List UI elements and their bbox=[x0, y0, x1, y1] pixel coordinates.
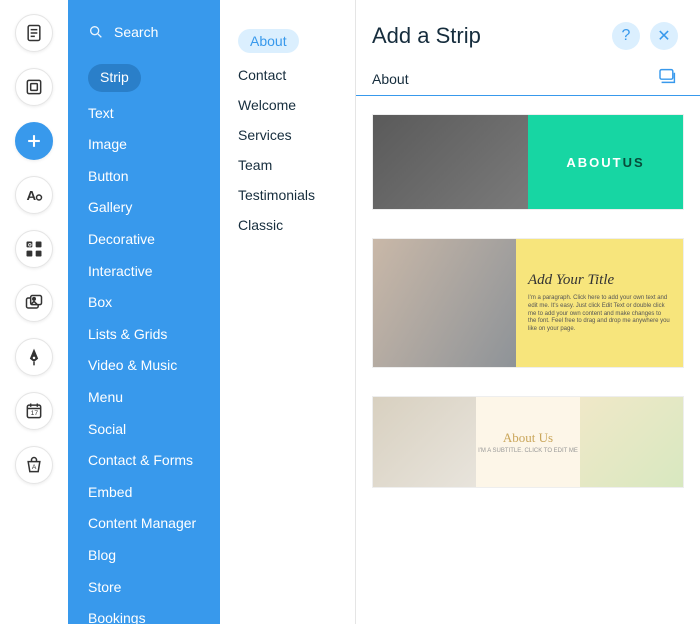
subcategory-team[interactable]: Team bbox=[220, 150, 355, 180]
overlay-icon bbox=[658, 68, 678, 84]
preview-text-block: About Us I'M A SUBTITLE. CLICK TO EDIT M… bbox=[476, 397, 579, 487]
pen-button[interactable] bbox=[15, 338, 53, 376]
pages-icon bbox=[24, 23, 44, 43]
subcategory-testimonials[interactable]: Testimonials bbox=[220, 180, 355, 210]
category-blog[interactable]: Blog bbox=[68, 540, 220, 572]
preview-us-label: US bbox=[623, 155, 645, 170]
category-button[interactable]: Button bbox=[68, 161, 220, 193]
subcategory-services[interactable]: Services bbox=[220, 120, 355, 150]
help-icon: ? bbox=[622, 27, 631, 45]
help-button[interactable]: ? bbox=[612, 22, 640, 50]
category-contact-forms[interactable]: Contact & Forms bbox=[68, 445, 220, 477]
strip-preview-3[interactable]: About Us I'M A SUBTITLE. CLICK TO EDIT M… bbox=[372, 396, 684, 488]
category-text[interactable]: Text bbox=[68, 98, 220, 130]
svg-text:A: A bbox=[32, 464, 37, 471]
category-box[interactable]: Box bbox=[68, 287, 220, 319]
search-placeholder: Search bbox=[114, 24, 158, 40]
preview-image bbox=[373, 239, 516, 367]
category-content-manager[interactable]: Content Manager bbox=[68, 508, 220, 540]
preview-text-block: Add Your Title I'm a paragraph. Click he… bbox=[516, 239, 683, 367]
section-button[interactable] bbox=[15, 68, 53, 106]
text-style-icon: A bbox=[24, 185, 44, 205]
category-social[interactable]: Social bbox=[68, 414, 220, 446]
category-video-music[interactable]: Video & Music bbox=[68, 350, 220, 382]
subcategory-about[interactable]: About bbox=[220, 22, 355, 60]
subcategory-contact[interactable]: Contact bbox=[220, 60, 355, 90]
strip-preview-list: ABOUTUS Add Your Title I'm a paragraph. … bbox=[356, 114, 700, 584]
category-image[interactable]: Image bbox=[68, 129, 220, 161]
preview-image bbox=[373, 115, 528, 209]
preview-text-block: ABOUTUS bbox=[528, 115, 683, 209]
category-decorative[interactable]: Decorative bbox=[68, 224, 220, 256]
preview-title: Add Your Title bbox=[528, 272, 614, 289]
store-button[interactable]: A bbox=[15, 446, 53, 484]
add-icon bbox=[24, 131, 44, 151]
subcategory-welcome[interactable]: Welcome bbox=[220, 90, 355, 120]
strip-preview-2[interactable]: Add Your Title I'm a paragraph. Click he… bbox=[372, 238, 684, 368]
category-interactive[interactable]: Interactive bbox=[68, 256, 220, 288]
close-icon: ✕ bbox=[657, 26, 670, 46]
media-button[interactable] bbox=[15, 284, 53, 322]
main-panel: Add a Strip ? ✕ About ABOUTUS Add Your T… bbox=[356, 0, 700, 624]
panel-title: Add a Strip bbox=[372, 23, 481, 49]
category-bookings[interactable]: Bookings bbox=[68, 603, 220, 624]
category-lists-grids[interactable]: Lists & Grids bbox=[68, 319, 220, 351]
preview-subtitle: I'M A SUBTITLE. CLICK TO EDIT ME bbox=[478, 448, 578, 454]
apps-icon bbox=[24, 239, 44, 259]
category-strip[interactable]: Strip bbox=[68, 58, 220, 98]
category-store[interactable]: Store bbox=[68, 572, 220, 604]
svg-text:A: A bbox=[27, 188, 37, 203]
search-row[interactable]: Search bbox=[68, 24, 220, 58]
section-header: About bbox=[356, 68, 700, 96]
calendar-button[interactable]: 17 bbox=[15, 392, 53, 430]
main-header: Add a Strip ? ✕ bbox=[356, 0, 700, 68]
pages-button[interactable] bbox=[15, 14, 53, 52]
categories-panel: Search Strip Text Image Button Gallery D… bbox=[68, 0, 220, 624]
text-style-button[interactable]: A bbox=[15, 176, 53, 214]
tools-toolbar: A 17 A bbox=[0, 0, 68, 624]
add-button[interactable] bbox=[15, 122, 53, 160]
strip-preview-1[interactable]: ABOUTUS bbox=[372, 114, 684, 210]
apps-button[interactable] bbox=[15, 230, 53, 268]
header-actions: ? ✕ bbox=[612, 22, 678, 50]
category-embed[interactable]: Embed bbox=[68, 477, 220, 509]
subcategory-classic[interactable]: Classic bbox=[220, 210, 355, 240]
pen-icon bbox=[24, 347, 44, 367]
close-button[interactable]: ✕ bbox=[650, 22, 678, 50]
preview-body: I'm a paragraph. Click here to add your … bbox=[528, 295, 671, 334]
section-title: About bbox=[372, 71, 409, 87]
overlay-toggle-button[interactable] bbox=[658, 68, 678, 89]
calendar-icon: 17 bbox=[24, 401, 44, 421]
section-icon bbox=[24, 77, 44, 97]
category-menu[interactable]: Menu bbox=[68, 382, 220, 414]
preview-image-left bbox=[373, 397, 476, 487]
media-icon bbox=[24, 293, 44, 313]
subcategories-panel: About Contact Welcome Services Team Test… bbox=[220, 0, 356, 624]
preview-script-title: About Us bbox=[503, 430, 553, 446]
preview-image-right bbox=[580, 397, 683, 487]
store-icon: A bbox=[24, 455, 44, 475]
search-icon bbox=[88, 24, 104, 40]
svg-text:17: 17 bbox=[31, 410, 39, 417]
preview-about-label: ABOUT bbox=[566, 155, 622, 170]
category-gallery[interactable]: Gallery bbox=[68, 192, 220, 224]
